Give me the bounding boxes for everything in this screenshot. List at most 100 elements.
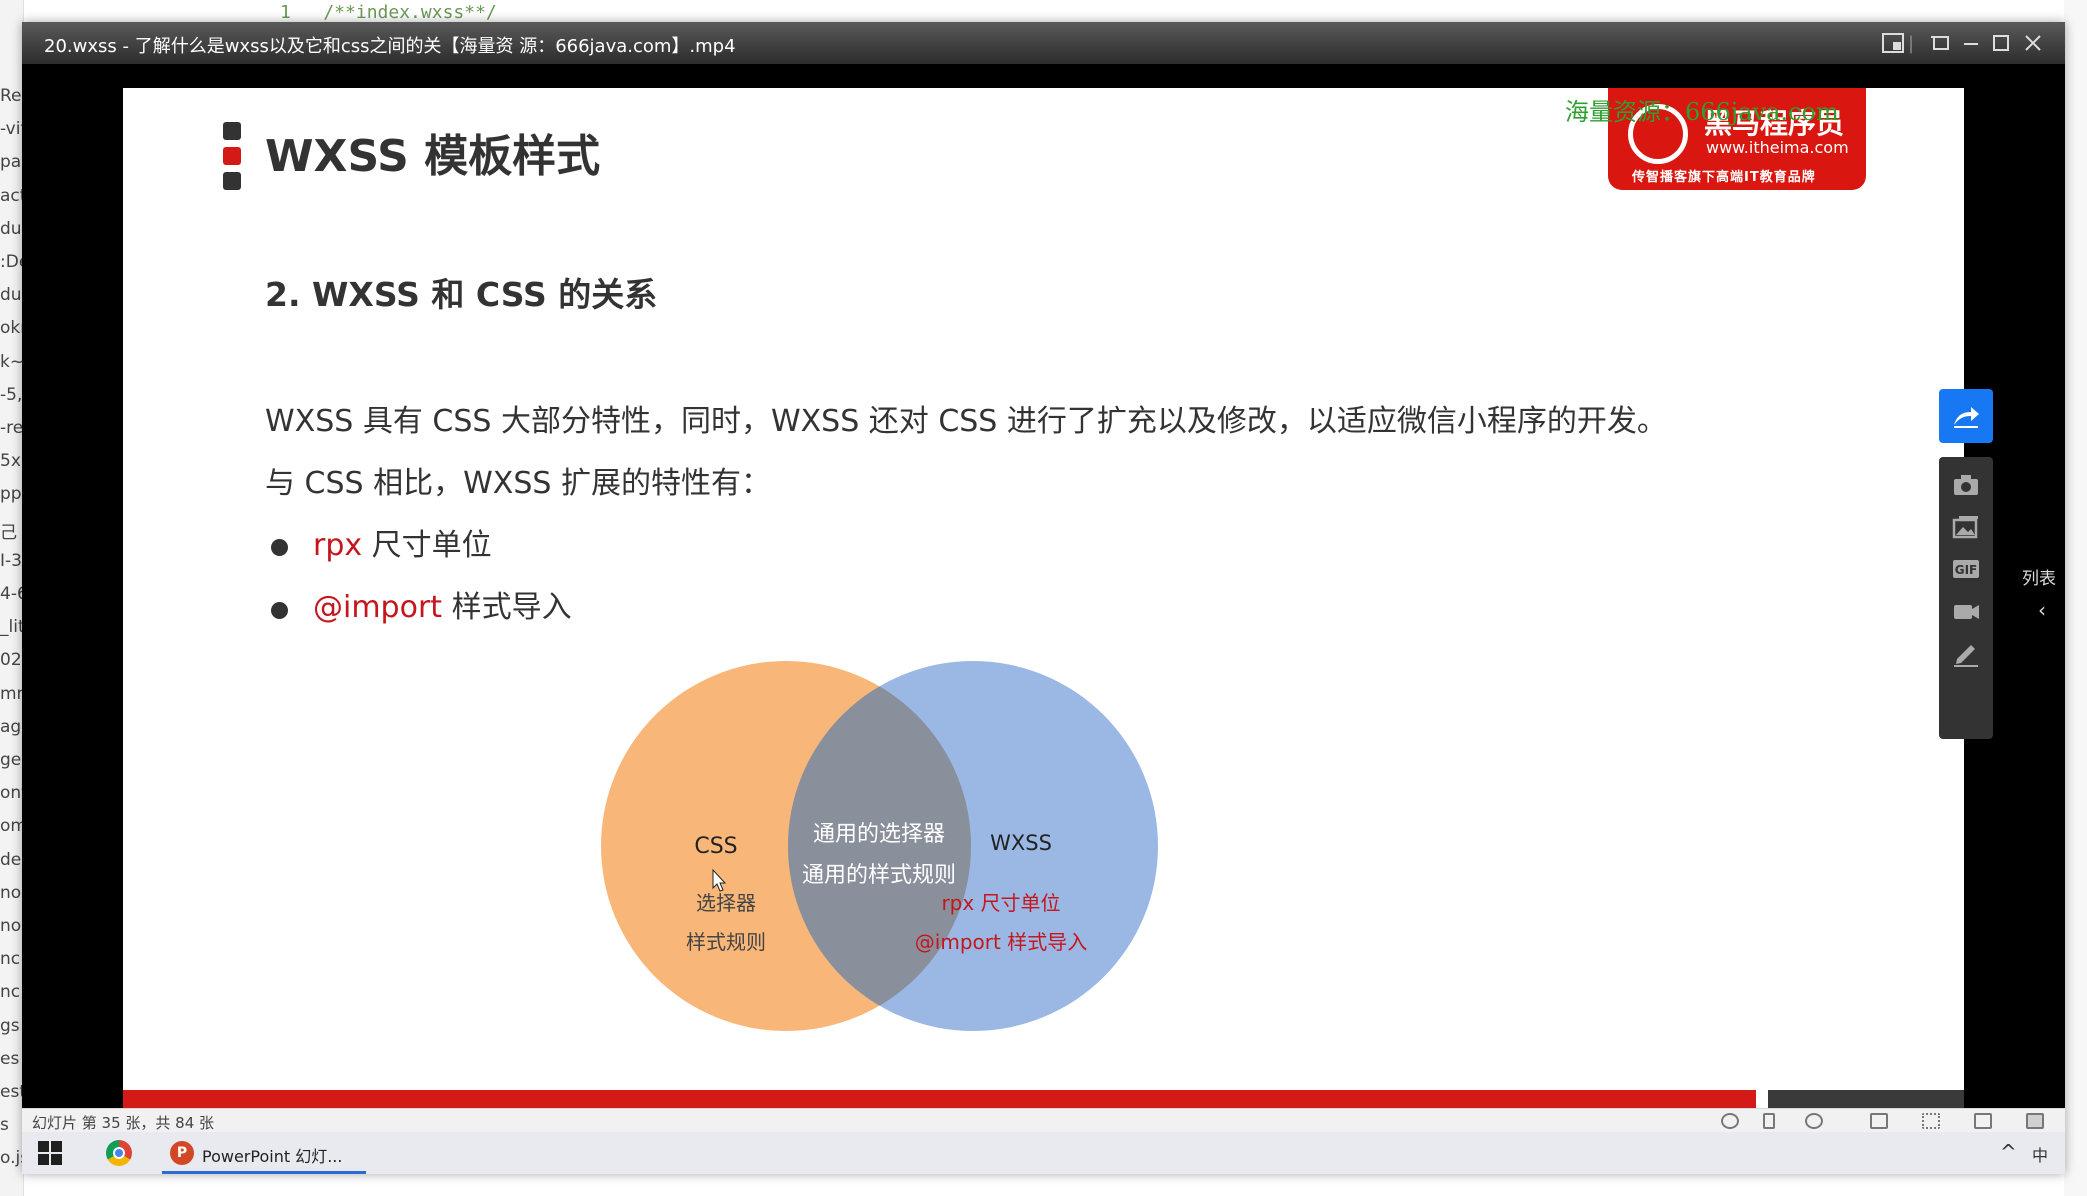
tray-chevron-up-icon[interactable]: ^ [2000,1140,2017,1164]
share-icon[interactable] [1939,389,1993,443]
line-number: 1 [280,2,291,23]
file-tree-fragment: -re [0,418,24,438]
file-tree-fragment: pac [0,152,23,173]
watermark: 海量资源：666java.com [1565,98,1839,126]
camera-icon[interactable] [1952,471,1980,499]
video-record-icon[interactable] [1952,597,1980,625]
venn-css-label: CSS [694,834,737,859]
file-tree-fragment: dux [0,285,23,306]
venn-wxss-item-1: rpx 尺寸单位 [941,891,1060,915]
file-tree-fragment: okn [0,318,23,339]
venn-overlap-item-2: 通用的样式规则 [802,863,956,888]
tool-strip: GIF [1939,457,1993,739]
slide-subtitle: 2. WXSS 和 CSS 的关系 [265,275,658,314]
file-tree-fragment: de [0,849,22,870]
video-player-window: 20.wxss - 了解什么是wxss以及它和css之间的关【海量资 源：666… [22,22,2065,1174]
editor-file-tree: Rea -vit pac act du:De dux okn k~ -5, -re 5x pp 己 I-3… [0,0,24,1196]
accessibility-icon[interactable] [1721,1113,1739,1129]
title-marker-block-2 [223,147,241,165]
paragraph-2: 与 CSS 相比，WXSS 扩展的特性有： [265,466,771,501]
file-tree-fragment: es [0,1048,20,1069]
file-tree-fragment: s [0,1115,9,1136]
chrome-icon[interactable] [106,1140,132,1166]
bullet-item-rpx: rpx 尺寸单位 [313,520,492,564]
paragraph-1: WXSS 具有 CSS 大部分特性，同时，WXSS 还对 CSS 进行了扩充以及… [265,404,1667,439]
powerpoint-statusbar: 幻灯片 第 35 张，共 84 张 [22,1108,2065,1132]
file-tree-fragment: om [0,816,23,837]
title-marker-block-1 [223,122,241,140]
file-tree-fragment: nc [0,949,21,970]
bullet-dot [271,539,288,556]
slide-footer-bar [123,1090,1756,1110]
chevron-left-icon[interactable]: ‹ [2038,598,2046,622]
slide: WXSS 模板样式 黑马程序员 www.itheima.com 传智播客旗下高端… [123,88,1964,1110]
file-tree-fragment: -vit [0,119,23,140]
file-tree-fragment: pp [0,484,22,505]
reading-view-icon[interactable] [1974,1113,1992,1129]
file-tree-fragment: _lit [0,617,24,638]
slideshow-view-icon[interactable] [2026,1113,2044,1129]
file-tree-fragment: nc [0,982,21,1003]
slide-footer-bar-dark [1768,1090,1964,1110]
player-titlebar[interactable]: 20.wxss - 了解什么是wxss以及它和css之间的关【海量资 源：666… [22,22,2065,64]
logo-tagline: 传智播客旗下高端IT教育品牌 [1632,170,1816,185]
venn-overlap-item-1: 通用的选择器 [813,822,945,847]
play-icon[interactable] [1805,1113,1823,1129]
file-tree-fragment: 5x [0,451,21,472]
logo-url: www.itheima.com [1706,138,1849,157]
windows-taskbar: P PowerPoint 幻灯... ^ 中 [22,1132,2065,1174]
file-tree-fragment: ont [0,783,23,804]
editor-code-line: 1 /**index.wxss**/ [280,2,497,23]
video-area[interactable]: WXSS 模板样式 黑马程序员 www.itheima.com 传智播客旗下高端… [22,64,2065,1110]
file-tree-fragment: gs [0,1015,20,1036]
bullet-text: 样式导入 [442,590,572,625]
file-tree-fragment: du [0,218,22,239]
bullet-accent: rpx [313,528,363,563]
file-tree-fragment: -5, [0,384,23,405]
input-method-indicator[interactable]: 中 [2032,1142,2048,1166]
normal-view-icon[interactable] [1870,1113,1888,1129]
bullet-text: 尺寸单位 [362,528,492,563]
title-marker [223,122,241,190]
file-tree-fragment: est [0,1082,24,1102]
file-tree-fragment: :De [0,252,23,272]
slide-sorter-icon[interactable] [1922,1113,1940,1129]
file-tree-fragment: no [0,916,22,936]
taskbar-powerpoint-button[interactable]: P PowerPoint 幻灯... [162,1132,366,1174]
file-tree-fragment: act [0,185,24,206]
file-tree-fragment: 己 [0,522,17,543]
file-tree-fragment: age [0,716,23,737]
titlebar-divider: | [1907,32,1915,54]
playlist-toggle-label[interactable]: 列表 [2022,564,2056,589]
venn-wxss-item-2: @import 样式导入 [915,930,1087,954]
close-icon[interactable] [2020,30,2046,56]
file-tree-fragment: Rea [0,86,23,106]
file-tree-fragment: I-3 [0,550,22,571]
notes-icon[interactable] [1763,1113,1775,1129]
taskbar-powerpoint-label: PowerPoint 幻灯... [202,1147,343,1166]
svg-text:GIF: GIF [1955,563,1978,577]
slide-counter: 幻灯片 第 35 张，共 84 张 [32,1114,215,1132]
file-tree-fragment: ges [0,750,23,770]
window-title: 20.wxss - 了解什么是wxss以及它和css之间的关【海量资 源：666… [44,36,736,57]
venn-diagram: CSS 选择器 样式规则 通用的选择器 通用的样式规则 WXSS rpx 尺寸单… [601,661,1158,1031]
code-comment: /**index.wxss**/ [323,2,497,23]
bullet-dot [271,602,288,619]
minimize-icon[interactable] [1958,30,1984,56]
slide-title: WXSS 模板样式 [265,131,601,182]
venn-css-item-2: 样式规则 [686,930,766,954]
windows-start-icon[interactable] [38,1141,62,1165]
pin-icon[interactable] [1928,30,1954,56]
file-tree-fragment: o.js [0,1148,23,1169]
powerpoint-icon: P [170,1141,194,1165]
venn-wxss-label: WXSS [990,831,1052,855]
gif-icon[interactable]: GIF [1952,555,1980,583]
player-side-toolbar: GIF [1939,389,1993,739]
bullet-item-import: @import 样式导入 [313,582,572,626]
picture-icon[interactable] [1952,513,1980,541]
file-tree-fragment: no [0,882,22,903]
pen-icon[interactable] [1952,639,1980,667]
pip-icon[interactable] [1880,30,1906,56]
file-tree-fragment: 4-6 [0,584,23,604]
maximize-icon[interactable] [1988,30,2014,56]
